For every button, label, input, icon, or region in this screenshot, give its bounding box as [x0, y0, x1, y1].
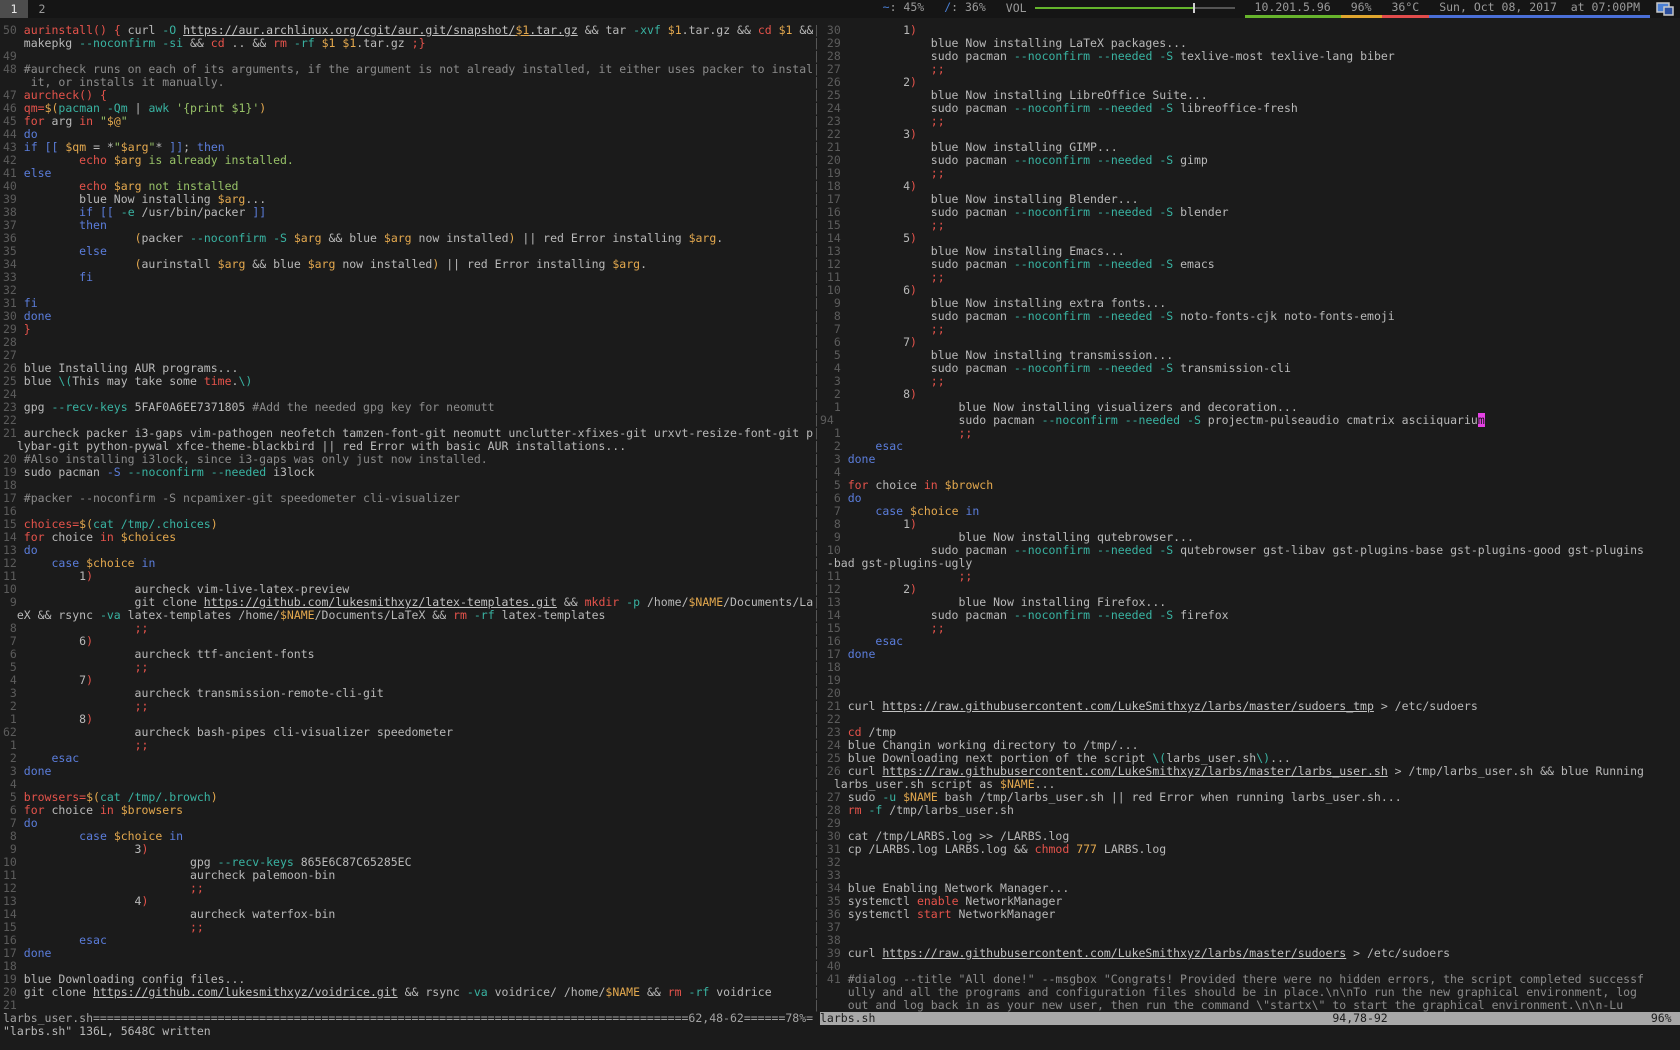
code-row: 12 sudo pacman --noconfirm --needed -S e… [820, 258, 1680, 271]
code-row: 3 done [3, 765, 813, 778]
code-row: 4 sudo pacman --noconfirm --needed -S tr… [820, 362, 1680, 375]
code-row: out and log back in as your new user, th… [820, 999, 1680, 1012]
code-row: 11 ;; [820, 570, 1680, 583]
code-row: 1 ;; [820, 427, 1680, 440]
monitor-icon [1650, 0, 1680, 18]
code-row: 36 (packer --noconfirm -S $arg && blue $… [3, 232, 813, 245]
code-row: 38 if [[ -e /usr/bin/packer ]] [3, 206, 813, 219]
code-row: 19 sudo pacman -S --noconfirm --needed i… [3, 466, 813, 479]
code-row: 7 case $choice in [820, 505, 1680, 518]
code-row: 32 [820, 856, 1680, 869]
volume-slider[interactable]: VOL [996, 0, 1245, 18]
code-row: 34 (aurinstall $arg && blue $arg now ins… [3, 258, 813, 271]
code-row: 6 for choice in $browsers [3, 804, 813, 817]
code-row: 30 done [3, 310, 813, 323]
code-row: 17 #packer --noconfirm -S ncpamixer-git … [3, 492, 813, 505]
code-row: 28 [3, 336, 813, 349]
code-row: 14 sudo pacman --noconfirm --needed -S f… [820, 609, 1680, 622]
code-row: 36 systemctl start NetworkManager [820, 908, 1680, 921]
code-row: 28 rm -f /tmp/larbs_user.sh [820, 804, 1680, 817]
code-row: 23 gpg --recv-keys 5FAF0A6EE7371805 #Add… [3, 401, 813, 414]
code-row: 16 esac [820, 635, 1680, 648]
root-icon: / [944, 0, 951, 14]
code-row: 23 ;; [820, 115, 1680, 128]
code-row: 29 } [3, 323, 813, 336]
code-row: 11 ;; [820, 271, 1680, 284]
battery-percent: 96% [1341, 0, 1382, 18]
statusline-active: larbs.sh 94,78-92 96% [820, 1012, 1680, 1025]
code-row: 2 esac [820, 440, 1680, 453]
workspace-2-button[interactable]: 2 [28, 0, 56, 18]
date-time: Sun, Oct 08, 2017 at 07:00PM [1429, 0, 1650, 18]
code-row: 25 blue \(This may take some time.\) [3, 375, 813, 388]
code-row: 2 esac [3, 752, 813, 765]
code-row: makepkg --noconfirm -si && cd .. && rm -… [3, 37, 813, 50]
volume-rest [1193, 7, 1235, 9]
code-row: 39 curl https://raw.githubusercontent.co… [820, 947, 1680, 960]
vim-left-pane[interactable]: 50 aurinstall() { curl -O https://aur.ar… [0, 24, 813, 1012]
code-row: 31 fi [3, 297, 813, 310]
disk-root-usage: /: 36% [934, 0, 996, 18]
code-row: 12 case $choice in [3, 557, 813, 570]
code-row: 15 ;; [3, 921, 813, 934]
disk-home-usage: ~: 45% [873, 0, 935, 18]
code-row: 42 echo $arg is already installed. [3, 154, 813, 167]
vim-split-separator[interactable]: | | | | | | | | | | | | | | | | | | | | … [813, 24, 820, 1012]
code-row: 3 ;; [820, 375, 1680, 388]
code-row: 22 [820, 713, 1680, 726]
code-row: 19 ;; [820, 167, 1680, 180]
code-row: 5 for choice in $browch [820, 479, 1680, 492]
code-row: 33 fi [3, 271, 813, 284]
code-row: 21 [3, 999, 813, 1012]
code-row: 7 ;; [820, 323, 1680, 336]
volume-knob[interactable] [1193, 3, 1195, 13]
code-row: 32 [3, 284, 813, 297]
code-row: it, or installs it manually. [3, 76, 813, 89]
code-row: 2 ;; [3, 700, 813, 713]
code-row: 27 ;; [820, 63, 1680, 76]
code-row: 15 ;; [820, 622, 1680, 635]
code-row: 31 cp /LARBS.log LARBS.log && chmod 777 … [820, 843, 1680, 856]
code-row: 20 git clone https://github.com/lukesmit… [3, 986, 813, 999]
ip-address: 10.201.5.96 [1245, 0, 1341, 18]
code-row: 8 ;; [3, 622, 813, 635]
system-status: ~: 45% /: 36% VOL 10.201.5.96 96% 36°C S… [873, 0, 1680, 18]
volume-track[interactable] [1035, 3, 1235, 13]
volume-fill [1035, 7, 1193, 9]
code-row: 37 [820, 921, 1680, 934]
code-row: 24 sudo pacman --noconfirm --needed -S l… [820, 102, 1680, 115]
status-bar: 1 2 ~: 45% /: 36% VOL 10.201.5.96 96% 36… [0, 0, 1680, 18]
code-row: 1 ;; [3, 739, 813, 752]
code-row: 45 for arg in "$@" [3, 115, 813, 128]
code-row: 16 sudo pacman --noconfirm --needed -S b… [820, 206, 1680, 219]
code-row: 8 sudo pacman --noconfirm --needed -S no… [820, 310, 1680, 323]
cpu-temperature: 36°C [1382, 0, 1430, 18]
workspace-1-button[interactable]: 1 [0, 0, 28, 18]
code-row: 14 for choice in $choices [3, 531, 813, 544]
code-row: 5 ;; [3, 661, 813, 674]
code-row: 21 curl https://raw.githubusercontent.co… [820, 700, 1680, 713]
code-row: 19 [820, 674, 1680, 687]
home-icon: ~ [883, 0, 890, 14]
code-row: 28 sudo pacman --noconfirm --needed -S t… [820, 50, 1680, 63]
volume-label: VOL [1006, 1, 1027, 15]
code-row: 17 done [820, 648, 1680, 661]
code-row: 3 done [820, 453, 1680, 466]
vim-right-pane[interactable]: 30 1) 29 blue Now installing LaTeX packa… [820, 24, 1680, 1012]
code-row: 16 esac [3, 934, 813, 947]
code-row: 17 done [3, 947, 813, 960]
code-row: 18 [820, 661, 1680, 674]
code-row: 15 ;; [820, 219, 1680, 232]
vim-command-line: "larbs.sh" 136L, 5648C written [3, 1025, 211, 1038]
code-row: 20 sudo pacman --noconfirm --needed -S g… [820, 154, 1680, 167]
